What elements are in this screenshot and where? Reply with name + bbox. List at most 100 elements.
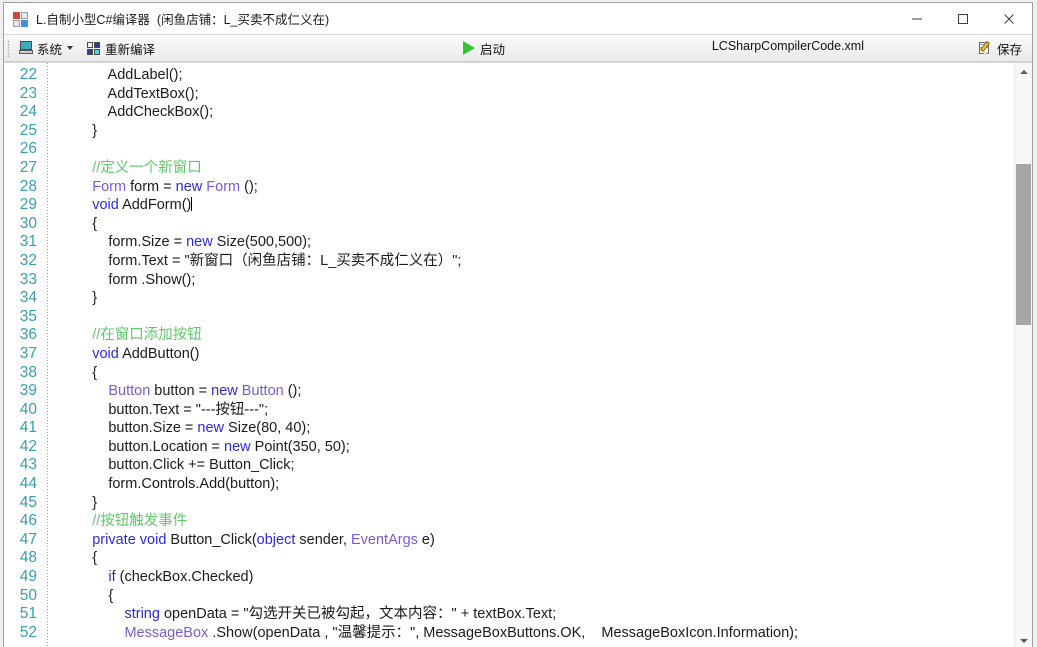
- code-token: AddLabel();: [60, 67, 183, 83]
- line-number: 29: [19, 196, 37, 214]
- line-number: 33: [19, 270, 37, 288]
- vertical-scrollbar[interactable]: [1014, 63, 1032, 647]
- code-line: void AddForm(): [56, 196, 1014, 215]
- code-line: MessageBox .Show(openData , "温馨提示：", Mes…: [56, 624, 1014, 643]
- code-token: ();: [283, 383, 302, 400]
- close-button[interactable]: [986, 3, 1032, 34]
- chevron-down-icon: [67, 46, 74, 50]
- code-token: Form: [92, 178, 127, 195]
- line-number: 24: [19, 103, 37, 121]
- code-token: sender,: [295, 531, 351, 548]
- code-token: }: [60, 494, 98, 511]
- line-number: 30: [19, 214, 37, 232]
- code-token: private: [92, 531, 136, 548]
- toolbar-grip[interactable]: [6, 39, 12, 57]
- code-token: {: [60, 550, 98, 567]
- app-root: L.自制小型C#编译器 (闲鱼店铺：L_买卖不成仁义在) 系统 重新编译 启动 …: [0, 0, 1037, 647]
- code-token: }: [60, 122, 98, 139]
- minimize-icon: [912, 18, 922, 19]
- scroll-up-button[interactable]: [1015, 63, 1032, 80]
- code-token: AddButton(): [118, 345, 200, 362]
- line-number: 52: [19, 623, 37, 641]
- scrollbar-track[interactable]: [1015, 80, 1032, 632]
- code-token: Size(500,500);: [212, 234, 312, 251]
- title-bar: L.自制小型C#编译器 (闲鱼店铺：L_买卖不成仁义在): [4, 3, 1032, 34]
- code-token: (checkBox.Checked): [115, 569, 254, 586]
- line-number: 51: [19, 605, 37, 623]
- monitor-icon: [18, 40, 34, 56]
- code-line: {: [56, 549, 1014, 568]
- code-line: button.Location = new Point(350, 50);: [56, 438, 1014, 457]
- application-window: L.自制小型C#编译器 (闲鱼店铺：L_买卖不成仁义在) 系统 重新编译 启动 …: [3, 2, 1033, 647]
- line-number: 49: [19, 568, 37, 586]
- code-token: form.Controls.Add(button);: [60, 476, 280, 493]
- line-number: 26: [19, 140, 37, 158]
- minimize-button[interactable]: [894, 3, 940, 34]
- text-cursor: [191, 197, 193, 212]
- code-token: MessageBox: [124, 624, 209, 641]
- code-token: button.Size =: [60, 420, 198, 437]
- code-line: //按钮触发事件: [56, 512, 1014, 531]
- code-token: Button: [241, 383, 284, 400]
- current-file-label: LCSharpCompilerCode.xml: [711, 39, 864, 53]
- code-token: //定义一个新窗口: [60, 159, 202, 176]
- code-token: button.Text = "---按钮---";: [60, 401, 269, 418]
- save-button[interactable]: 保存: [974, 37, 1026, 59]
- recompile-button[interactable]: 重新编译: [82, 37, 159, 59]
- line-number: 37: [19, 344, 37, 362]
- code-line: form .Show();: [56, 271, 1014, 290]
- line-number: 32: [19, 251, 37, 269]
- scroll-up-icon: [1019, 69, 1028, 74]
- code-line: form.Controls.Add(button);: [56, 475, 1014, 494]
- code-text-area[interactable]: AddLabel(); AddTextBox(); AddCheckBox();…: [56, 63, 1014, 647]
- line-number: 45: [19, 493, 37, 511]
- pencil-note-icon: [978, 40, 994, 56]
- code-line: string openData = "勾选开关已被勾起，文本内容：" + tex…: [56, 605, 1014, 624]
- code-line: }: [56, 494, 1014, 513]
- line-number: 50: [19, 586, 37, 604]
- line-number: 44: [19, 475, 37, 493]
- code-token: new: [197, 420, 225, 437]
- code-token: ();: [240, 178, 258, 195]
- scroll-down-button[interactable]: [1015, 632, 1032, 647]
- code-token: openData = "勾选开关已被勾起，文本内容：" + textBox.Te…: [159, 606, 557, 623]
- code-token: .Show(openData , "温馨提示：", MessageBoxButt…: [208, 624, 799, 641]
- save-label: 保存: [996, 42, 1022, 57]
- code-token: {: [60, 587, 114, 604]
- play-icon: [463, 41, 475, 55]
- code-line: private void Button_Click(object sender,…: [56, 531, 1014, 550]
- line-number: 47: [19, 530, 37, 548]
- code-line: {: [56, 215, 1014, 234]
- line-number: 31: [19, 233, 37, 251]
- code-line: button.Text = "---按钮---";: [56, 401, 1014, 420]
- code-token: new: [211, 383, 238, 400]
- app-window-icon: [13, 11, 29, 27]
- code-editor[interactable]: 22 23 24 25 26 27 28 29 30 31 32 33 34 35 36 37 38 39 40 41…: [4, 62, 1032, 647]
- code-token: string: [124, 606, 160, 623]
- code-line: button.Click += Button_Click;: [56, 456, 1014, 475]
- code-token: }: [60, 290, 98, 307]
- code-line: Form form = new Form ();: [56, 178, 1014, 197]
- window-title: L.自制小型C#编译器: [36, 13, 150, 27]
- code-token: EventArgs: [351, 531, 418, 548]
- code-token: //在窗口添加按钮: [60, 327, 202, 344]
- line-number: 42: [19, 437, 37, 455]
- system-menu-label: 系统: [37, 42, 63, 57]
- maximize-button[interactable]: [940, 3, 986, 34]
- code-line: form.Text = "新窗口（闲鱼店铺：L_买卖不成仁义在）";: [56, 252, 1014, 271]
- code-line: }: [56, 289, 1014, 308]
- code-token: new: [175, 178, 203, 195]
- start-button[interactable]: 启动: [459, 37, 509, 59]
- scroll-thumb[interactable]: [1016, 164, 1031, 325]
- system-menu-button[interactable]: 系统: [14, 37, 82, 59]
- code-token: void: [139, 531, 167, 548]
- code-token: Point(350, 50);: [250, 438, 350, 455]
- code-token: AddCheckBox();: [60, 104, 214, 121]
- code-line: void AddButton(): [56, 345, 1014, 364]
